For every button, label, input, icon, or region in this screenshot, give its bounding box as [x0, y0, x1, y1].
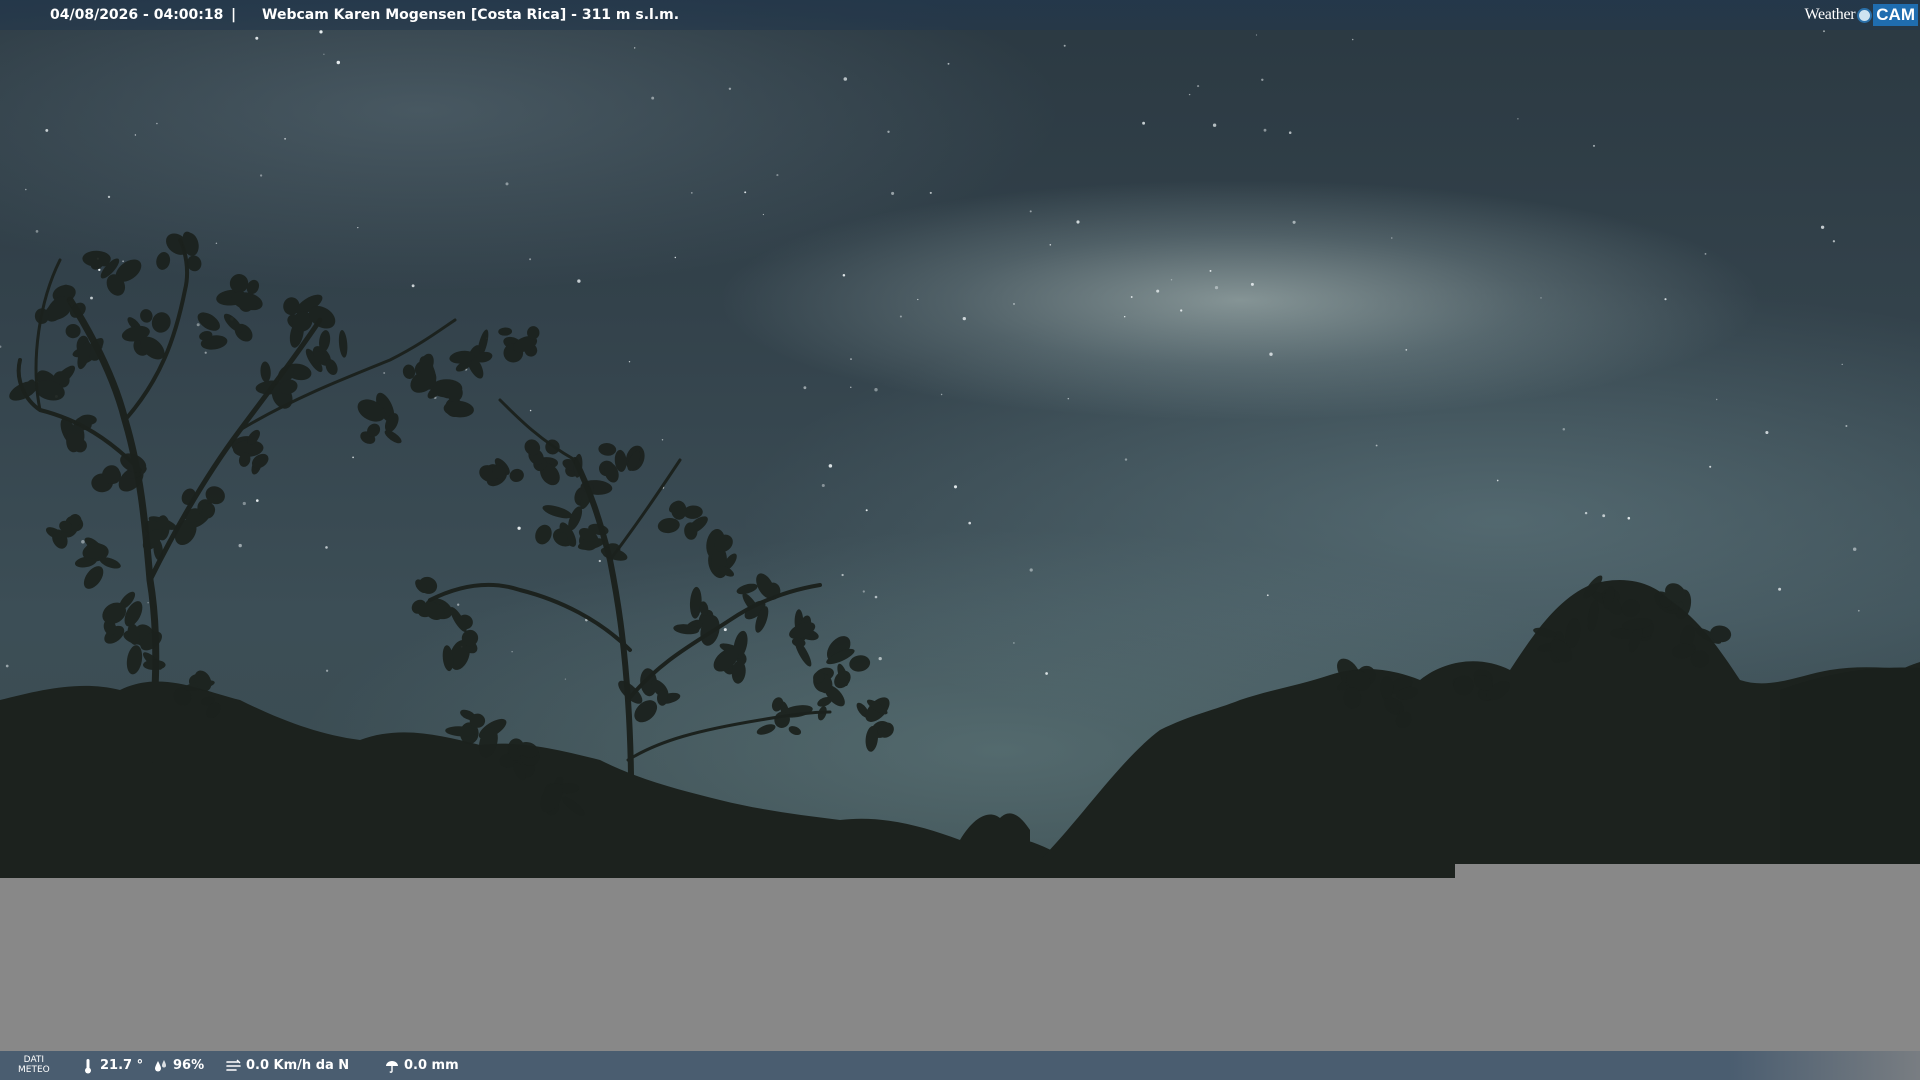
humidity-icon: [155, 1059, 166, 1071]
humidity-reading: 96%: [153, 1051, 204, 1080]
temperature-reading: 21.7 °: [80, 1051, 143, 1080]
logo-weather-text: Weather: [1804, 6, 1856, 23]
leaf: [498, 327, 513, 336]
wind-value: 0.0 Km/h da N: [246, 1058, 350, 1073]
leaf: [542, 505, 573, 519]
leaf: [849, 655, 871, 672]
leaf: [788, 726, 802, 736]
leaf: [181, 488, 196, 505]
leaf: [689, 586, 702, 619]
meteo-label-line2: METEO: [18, 1065, 50, 1075]
wind-icon: [226, 1059, 241, 1071]
thermometer-icon: [85, 1058, 91, 1073]
wind-reading: 0.0 Km/h da N: [226, 1051, 349, 1080]
meteo-data-bar: DATI METEO 21.7 ° 96% 0.0 Km/h da N 0.0 …: [0, 1051, 1920, 1080]
logo-cam-text: CAM: [1873, 4, 1918, 26]
rain-value: 0.0 mm: [404, 1058, 459, 1073]
leaf: [143, 659, 166, 671]
webcam-image: [0, 0, 1920, 880]
leaf: [223, 313, 243, 333]
leaf: [140, 309, 153, 323]
leaf: [338, 329, 348, 358]
humidity-value: 96%: [173, 1058, 205, 1073]
rain-icon: [386, 1060, 398, 1073]
logo-dot-icon: [1857, 7, 1873, 23]
leaf: [260, 361, 271, 383]
temperature-value: 21.7 °: [100, 1058, 144, 1073]
rain-reading: 0.0 mm: [384, 1051, 459, 1080]
grey-lower-area: [0, 878, 1920, 1051]
meteo-label-line1: DATI: [23, 1055, 45, 1065]
timestamp: 04/08/2026 - 04:00:18: [50, 7, 224, 23]
leaf: [535, 524, 552, 545]
leaf: [151, 312, 171, 333]
leaf: [656, 690, 668, 706]
header-separator: |: [231, 7, 237, 23]
meteo-label: DATI METEO: [18, 1055, 50, 1075]
leaf: [126, 645, 143, 675]
leaf: [756, 724, 776, 735]
leaf: [509, 468, 524, 483]
leaf: [156, 252, 171, 270]
webcam-header-bar: 04/08/2026 - 04:00:18 | Webcam Karen Mog…: [0, 0, 1920, 30]
grey-lower-area-notch: [1455, 864, 1920, 880]
webcam-title: Webcam Karen Mogensen [Costa Rica] - 311…: [262, 7, 680, 23]
leaf: [65, 324, 81, 339]
weathercam-logo: Weather CAM: [1804, 3, 1918, 27]
leaf: [736, 583, 758, 595]
leaf: [598, 443, 617, 456]
trees-silhouette: [0, 231, 1920, 880]
